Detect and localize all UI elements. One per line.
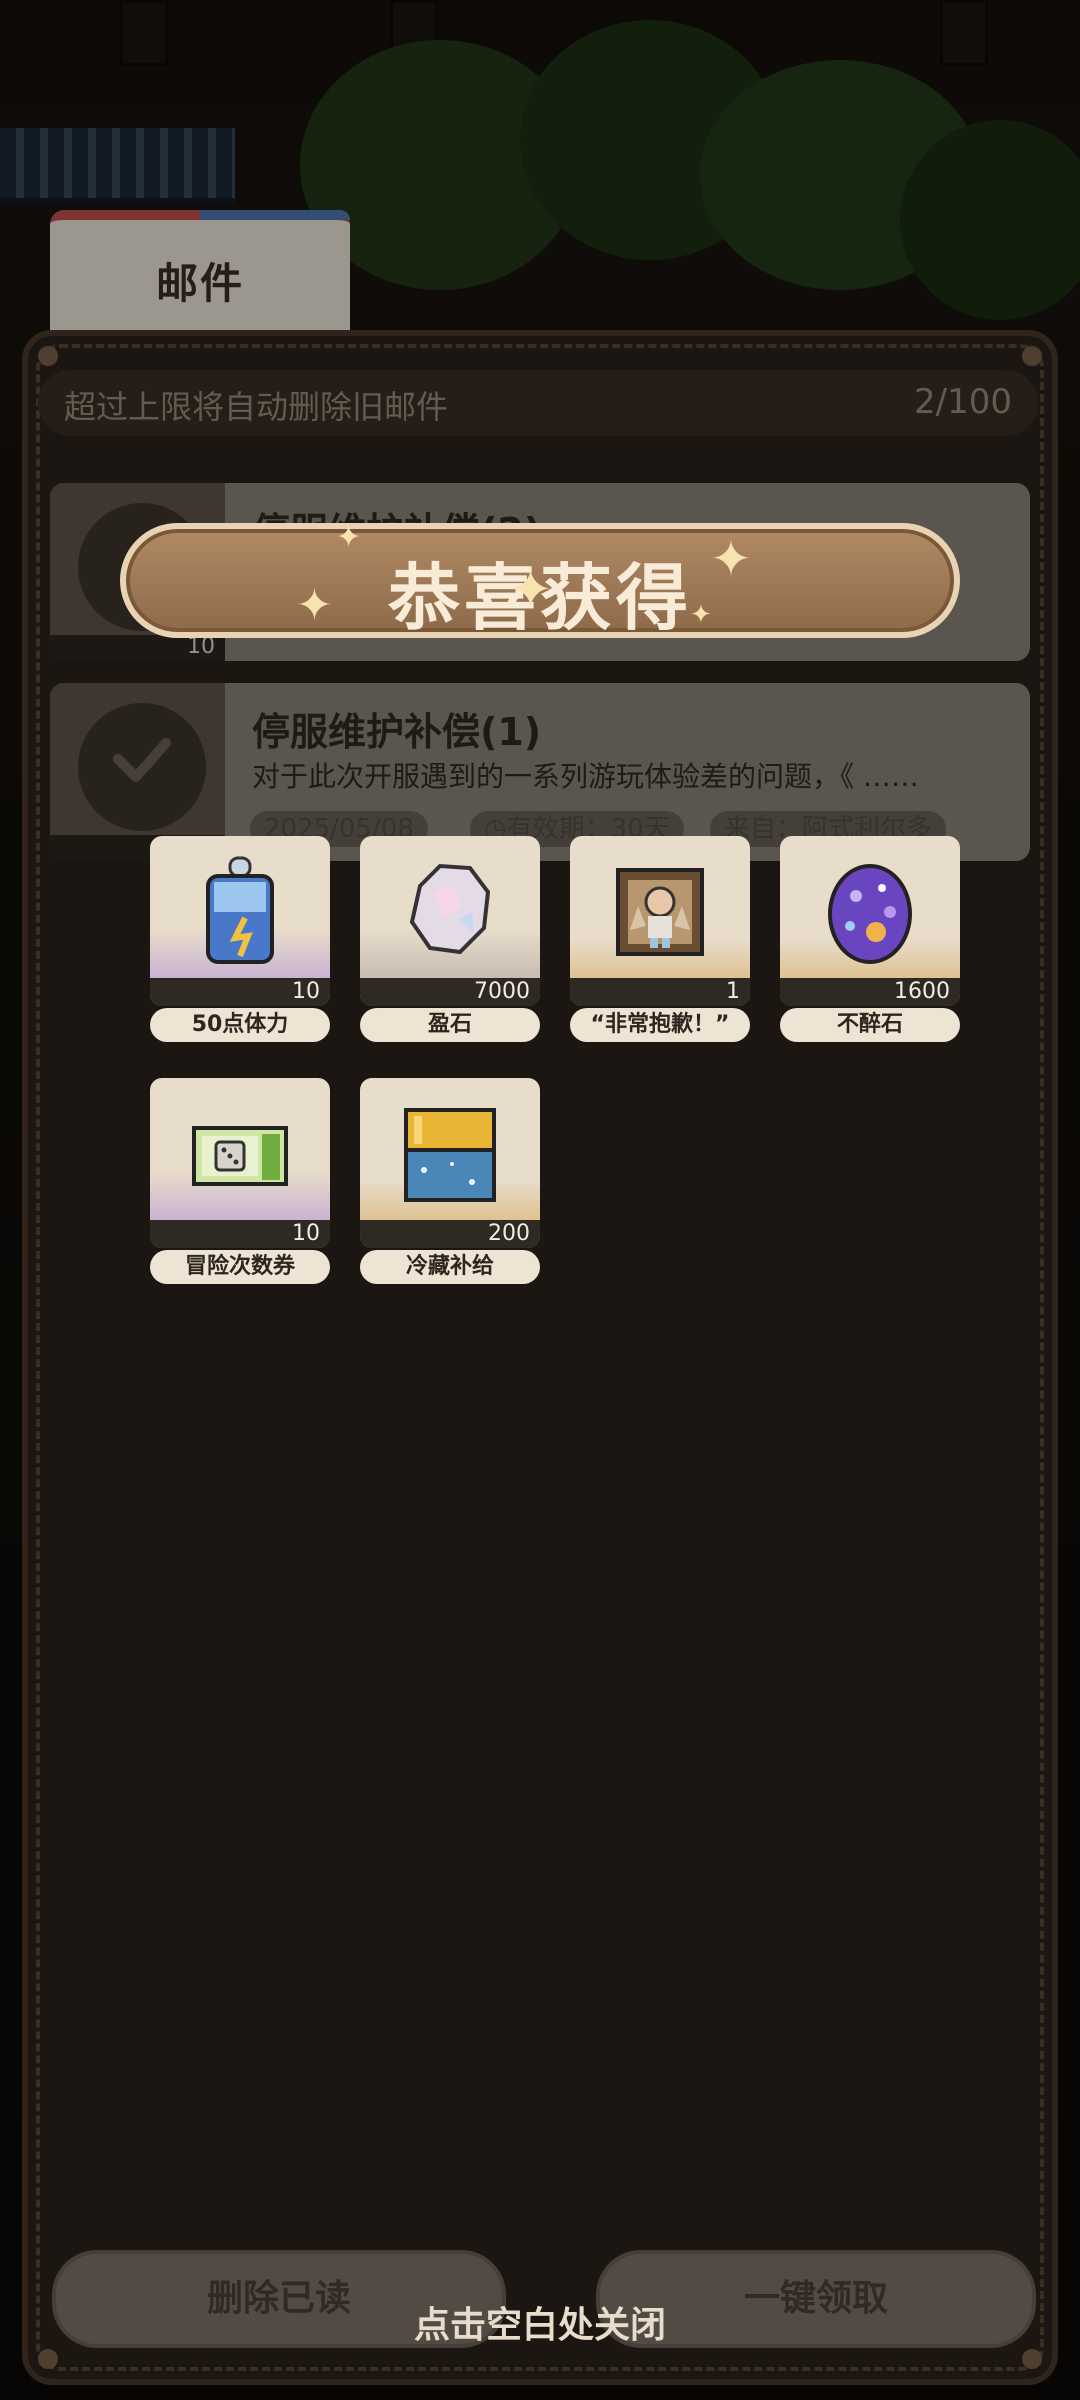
reward-item: 200 冷藏补给	[360, 1078, 540, 1288]
reward-name: 冒险次数券	[150, 1250, 330, 1284]
reward-name: 不醉石	[780, 1008, 960, 1042]
apology-figure-icon	[616, 868, 704, 956]
dice-ticket-icon	[192, 1126, 288, 1186]
sparkle-icon: ✦	[508, 558, 554, 621]
reward-card: 10	[150, 836, 330, 1006]
sparkle-icon: ✦	[690, 600, 712, 630]
reward-card: 200	[360, 1078, 540, 1248]
reward-card: 1600	[780, 836, 960, 1006]
reward-item: 7000 盈石	[360, 836, 540, 1046]
reward-name: 冷藏补给	[360, 1250, 540, 1284]
sparkle-icon: ✦	[336, 520, 362, 555]
reward-card: 7000	[360, 836, 540, 1006]
reward-quantity: 10	[150, 1220, 330, 1248]
reward-name: 盈石	[360, 1008, 540, 1042]
reward-item: 10 50点体力	[150, 836, 330, 1046]
sparkle-icon: ✦	[710, 530, 752, 588]
reward-card: 10	[150, 1078, 330, 1248]
stamina-potion-icon	[206, 856, 274, 964]
reward-name: 50点体力	[150, 1008, 330, 1042]
close-hint: 点击空白处关闭	[413, 2305, 666, 2346]
reward-item: 1600 不醉石	[780, 836, 960, 1046]
reward-item: 10 冒险次数券	[150, 1078, 330, 1288]
purple-egg-gem-icon	[828, 864, 912, 964]
reward-quantity: 10	[150, 978, 330, 1006]
cooler-box-icon	[404, 1108, 496, 1202]
reward-item: 1 “非常抱歉！”	[570, 836, 750, 1046]
reward-quantity: 1	[570, 978, 750, 1006]
reward-card: 1	[570, 836, 750, 1006]
crystal-ore-icon	[409, 863, 491, 955]
reward-quantity: 200	[360, 1220, 540, 1248]
reward-name: “非常抱歉！”	[570, 1008, 750, 1042]
sparkle-icon: ✦	[296, 580, 333, 631]
reward-quantity: 1600	[780, 978, 960, 1006]
reward-quantity: 7000	[360, 978, 540, 1006]
